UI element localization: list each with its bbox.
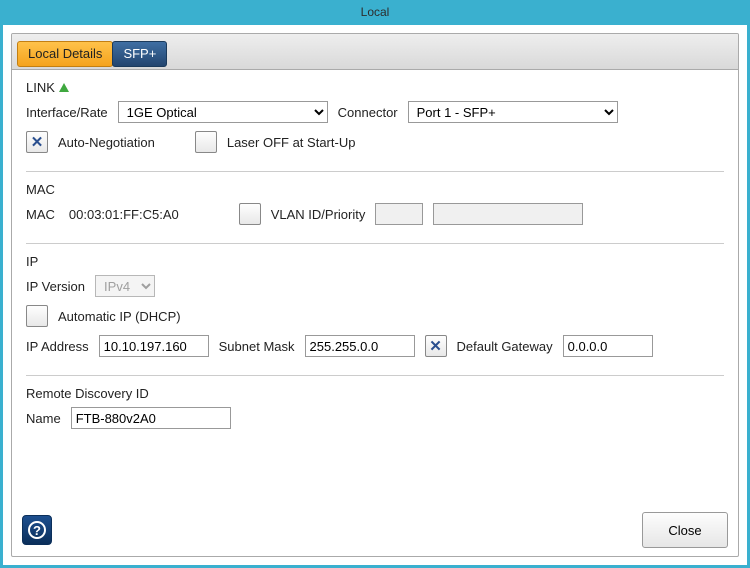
laser-off-checkbox[interactable] (195, 131, 217, 153)
name-label: Name (26, 411, 61, 426)
footer: ? Close (12, 504, 738, 556)
default-gateway-checkbox[interactable] (425, 335, 447, 357)
subnet-mask-input[interactable] (305, 335, 415, 357)
inner-panel: Local Details SFP+ LINK Interface/Rate (11, 33, 739, 557)
help-icon: ? (28, 521, 46, 539)
ip-address-label: IP Address (26, 339, 89, 354)
tab-sfp-label: SFP+ (123, 46, 156, 61)
vlan-id-input (375, 203, 423, 225)
connector-label: Connector (338, 105, 398, 120)
ip-address-input[interactable] (99, 335, 209, 357)
window-title: Local (361, 5, 390, 19)
ip-title: IP (26, 254, 38, 269)
name-input[interactable] (71, 407, 231, 429)
remote-title: Remote Discovery ID (26, 386, 149, 401)
vlan-checkbox[interactable] (239, 203, 261, 225)
ip-version-label: IP Version (26, 279, 85, 294)
link-title: LINK (26, 80, 55, 95)
mac-label: MAC (26, 207, 55, 222)
laser-off-label: Laser OFF at Start-Up (227, 135, 356, 150)
connector-select[interactable]: Port 1 - SFP+ (408, 101, 618, 123)
dhcp-label: Automatic IP (DHCP) (58, 309, 181, 324)
subnet-mask-label: Subnet Mask (219, 339, 295, 354)
section-link: LINK Interface/Rate 1GE Optical Connecto… (26, 80, 724, 172)
close-label: Close (668, 523, 701, 538)
tab-sfp[interactable]: SFP+ (112, 41, 167, 67)
auto-negotiation-checkbox[interactable] (26, 131, 48, 153)
section-remote: Remote Discovery ID Name (26, 386, 724, 447)
link-title-row: LINK (26, 80, 724, 95)
link-up-icon (59, 83, 69, 92)
help-button[interactable]: ? (22, 515, 52, 545)
close-button[interactable]: Close (642, 512, 728, 548)
tab-local-details[interactable]: Local Details (17, 41, 113, 67)
section-mac: MAC MAC 00:03:01:FF:C5:A0 VLAN ID/Priori… (26, 182, 724, 244)
section-ip: IP IP Version IPv4 Automatic IP (DHCP) I… (26, 254, 724, 376)
vlan-label: VLAN ID/Priority (271, 207, 366, 222)
tab-local-details-label: Local Details (28, 46, 102, 61)
form-area: LINK Interface/Rate 1GE Optical Connecto… (12, 70, 738, 504)
auto-negotiation-label: Auto-Negotiation (58, 135, 155, 150)
default-gateway-label: Default Gateway (457, 339, 553, 354)
content-area: Local Details SFP+ LINK Interface/Rate (3, 25, 747, 565)
interface-rate-label: Interface/Rate (26, 105, 108, 120)
tab-strip: Local Details SFP+ (12, 34, 738, 70)
mac-value: 00:03:01:FF:C5:A0 (69, 207, 179, 222)
window: Local Local Details SFP+ LINK (0, 0, 750, 568)
vlan-priority-input (433, 203, 583, 225)
ip-version-select: IPv4 (95, 275, 155, 297)
dhcp-checkbox[interactable] (26, 305, 48, 327)
titlebar: Local (3, 3, 747, 25)
default-gateway-input[interactable] (563, 335, 653, 357)
interface-rate-select[interactable]: 1GE Optical (118, 101, 328, 123)
mac-title: MAC (26, 182, 55, 197)
